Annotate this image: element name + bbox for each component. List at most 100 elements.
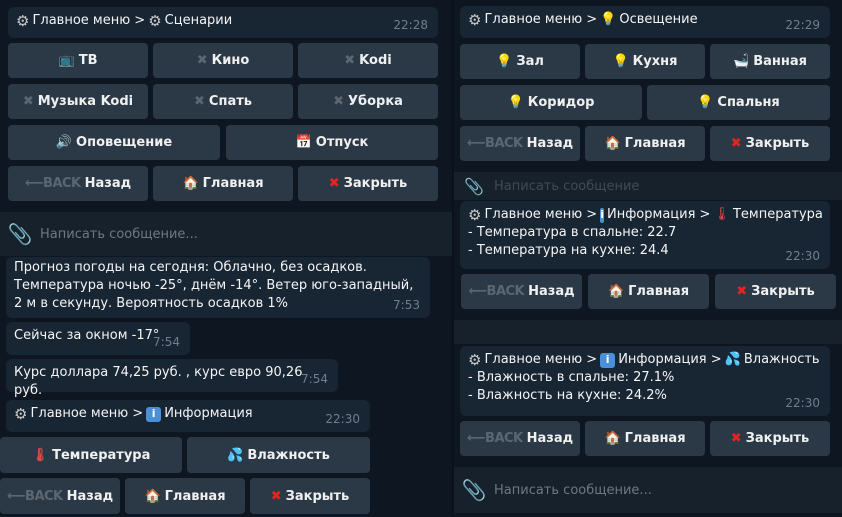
close-icon: ✖ (328, 176, 340, 191)
button-label: Закрыть (343, 176, 408, 191)
button-label: Закрыть (285, 488, 350, 504)
kodi-button[interactable]: ✖ Kodi (298, 43, 438, 78)
message-time: 22:30 (325, 412, 360, 426)
back-button[interactable]: ⟵ BACK Назад (460, 421, 580, 456)
lightbulb-icon: 💡 (600, 12, 617, 27)
close-button[interactable]: ✖ Закрыть (710, 126, 830, 161)
button-label: Коридор (527, 95, 595, 110)
light-bedroom-button[interactable]: 💡 Спальня (647, 85, 830, 120)
home-button[interactable]: 🏠 Главная (585, 421, 705, 456)
vacation-button[interactable]: 📅 Отпуск (226, 125, 438, 160)
bedroom-temperature: - Температура в спальне: 22.7 (468, 225, 677, 240)
message-time: 7:54 (153, 335, 180, 349)
back-badge: BACK (485, 431, 523, 446)
message-input-bar-overlap[interactable] (454, 320, 842, 344)
x-grey-icon: ✖ (344, 53, 356, 68)
back-icon: ⟵ BACK (468, 284, 525, 299)
home-button[interactable]: 🏠 Главная (585, 126, 705, 161)
temperature-info-message: ⚙ Главное меню > i Информация > 🌡 Темпер… (460, 201, 830, 269)
back-button[interactable]: ⟵ BACK Назад (0, 478, 120, 514)
x-grey-icon: ✖ (22, 94, 34, 109)
attach-icon[interactable]: 📎 (454, 177, 494, 196)
house-icon: 🏠 (604, 136, 621, 151)
button-label: Оповещение (76, 135, 173, 150)
tv-button[interactable]: 📺 ТВ (8, 43, 148, 78)
button-label: Уборка (347, 94, 403, 109)
close-button[interactable]: ✖ Закрыть (715, 274, 836, 309)
humidity-button[interactable]: 💦 Влажность (187, 437, 370, 473)
cleaning-button[interactable]: ✖ Уборка (298, 84, 438, 119)
gear-icon: ⚙ (468, 351, 482, 369)
button-label: Музыка Kodi (37, 94, 134, 109)
light-corridor-button[interactable]: 💡 Коридор (460, 85, 642, 120)
lightbulb-icon: 💡 (612, 54, 629, 69)
house-icon: 🏠 (604, 431, 621, 446)
kodi-music-button[interactable]: ✖ Музыка Kodi (8, 84, 148, 119)
gear-icon: ⚙ (14, 405, 28, 423)
breadcrumb-current: Сценарии (164, 13, 233, 28)
back-icon: ⟵ BACK (466, 431, 523, 446)
attach-icon[interactable]: 📎 (454, 478, 494, 502)
breadcrumb-path: Главное меню > (30, 406, 144, 421)
button-label: Закрыть (745, 136, 810, 151)
button-label: Температура (52, 447, 151, 463)
message-input-bar-overlap[interactable]: 📎 Написать сообщение (454, 172, 842, 200)
breadcrumb-path: Главное меню > (484, 352, 598, 367)
info-icon: i (146, 406, 162, 422)
close-icon: ✖ (730, 431, 742, 446)
message-time: 22:30 (785, 396, 820, 410)
message-input-placeholder[interactable]: Написать сообщение... (40, 227, 198, 242)
breadcrumb-path: Информация > (618, 352, 722, 367)
notification-button[interactable]: 🔊 Оповещение (8, 125, 220, 160)
cinema-button[interactable]: ✖ Кино (153, 43, 293, 78)
house-icon: 🏠 (182, 176, 199, 191)
close-button[interactable]: ✖ Закрыть (250, 478, 370, 514)
button-label: Главная (624, 431, 686, 446)
lighting-menu-message: ⚙ Главное меню > 💡 Освещение 22:29 (460, 6, 830, 38)
message-time: 7:53 (393, 298, 420, 312)
back-badge: BACK (25, 488, 63, 504)
left-chat-pane: ⚙ Главное меню > ⚙ Сценарии 22:28 📺 ТВ ✖ К… (0, 0, 452, 517)
light-hall-button[interactable]: 💡 Зал (460, 44, 580, 79)
back-badge: BACK (485, 136, 523, 151)
message-input-bar[interactable]: 📎 Написать сообщение... (0, 212, 452, 256)
house-icon: 🏠 (607, 284, 625, 299)
attach-icon[interactable]: 📎 (0, 222, 40, 246)
home-button[interactable]: 🏠 Главная (588, 274, 709, 309)
back-button[interactable]: ⟵ BACK Назад (8, 166, 148, 201)
message-title: ⚙ Главное меню > i Информация > 💦 Влажно… (468, 351, 822, 369)
back-button[interactable]: ⟵ BACK Назад (461, 274, 582, 309)
scenarios-menu-message: ⚙ Главное меню > ⚙ Сценарии 22:28 (8, 7, 438, 38)
sleep-button[interactable]: ✖ Спать (153, 84, 293, 119)
thermometer-icon: 🌡 (713, 207, 730, 222)
message-time: 22:28 (393, 18, 428, 32)
message-input-placeholder[interactable]: Написать сообщение... (494, 483, 652, 498)
light-kitchen-button[interactable]: 💡 Кухня (585, 44, 705, 79)
message-title: ⚙ Главное меню > 💡 Освещение (468, 11, 822, 29)
button-label: Спальня (717, 95, 780, 110)
speaker-icon: 🔊 (55, 135, 73, 150)
home-button[interactable]: 🏠 Главная (125, 478, 245, 514)
button-label: Главная (164, 488, 226, 504)
back-button[interactable]: ⟵ BACK Назад (460, 126, 580, 161)
bedroom-humidity: - Влажность в спальне: 27.1% (468, 370, 675, 385)
back-badge: BACK (43, 176, 81, 191)
home-button[interactable]: 🏠 Главная (153, 166, 293, 201)
button-label: Зал (516, 54, 544, 69)
breadcrumb-current: Влажность (743, 352, 820, 367)
temperature-button[interactable]: 🌡 Температура (0, 437, 182, 473)
light-bathroom-button[interactable]: 🛁 Ванная (710, 44, 830, 79)
lightbulb-icon: 💡 (697, 95, 714, 110)
button-label: Главная (628, 284, 690, 299)
x-grey-icon: ✖ (333, 94, 344, 109)
kitchen-humidity: - Влажность на кухне: 24.2% (468, 388, 667, 403)
close-button[interactable]: ✖ Закрыть (710, 421, 830, 456)
gear-icon: ⚙ (16, 12, 30, 30)
close-button[interactable]: ✖ Закрыть (298, 166, 438, 201)
info-icon: i (600, 207, 604, 223)
message-title: ⚙ Главное меню > ⚙ Сценарии (16, 12, 430, 30)
message-input-bar[interactable]: 📎 Написать сообщение... (454, 467, 842, 513)
pane-divider (452, 0, 454, 517)
message-input-placeholder[interactable]: Написать сообщение (494, 179, 639, 194)
button-label: Закрыть (745, 431, 810, 446)
